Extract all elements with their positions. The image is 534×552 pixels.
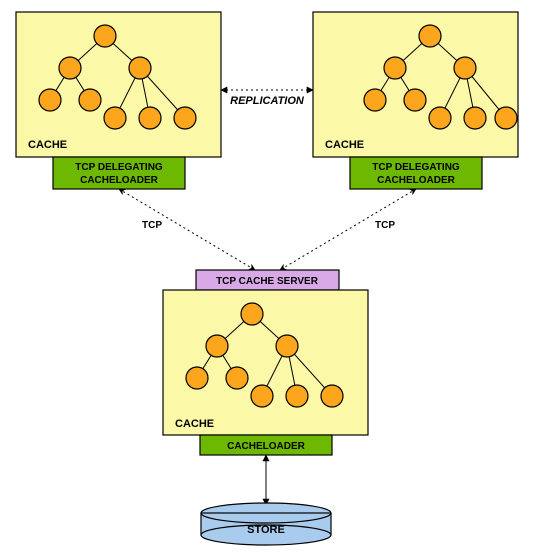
tcp-left-label: TCP (142, 220, 162, 231)
cache-architecture-diagram: CACHE TCP DELEGATING CACHELOADER CACHE (0, 0, 534, 552)
tree-node-icon (384, 57, 406, 79)
tree-node-icon (79, 89, 101, 111)
delegating-right-line2: CACHELOADER (377, 175, 456, 186)
tree-node-icon (251, 385, 273, 407)
tcp-cache-server-label: TCP CACHE SERVER (216, 276, 319, 287)
tcp-right-label: TCP (375, 220, 395, 231)
store-cylinder: STORE (201, 503, 331, 545)
cache-left-group: CACHE (16, 12, 221, 157)
tree-node-icon (186, 367, 208, 389)
tcp-link-left (119, 189, 255, 270)
tree-node-icon (39, 89, 61, 111)
tree-node-icon (94, 25, 116, 47)
tree-node-icon (464, 107, 486, 129)
cache-server-label: CACHE (175, 418, 214, 430)
replication-label: REPLICATION (230, 95, 305, 107)
tcp-link-right (280, 189, 416, 270)
tree-node-icon (419, 25, 441, 47)
tree-node-icon (286, 385, 308, 407)
tree-node-icon (364, 89, 386, 111)
cache-server-group: CACHE (163, 290, 368, 435)
cache-server-box (163, 290, 368, 435)
tree-node-icon (104, 107, 126, 129)
tree-node-icon (206, 335, 228, 357)
tree-node-icon (321, 385, 343, 407)
tree-node-icon (454, 57, 476, 79)
tree-node-icon (226, 367, 248, 389)
cache-left-box (16, 12, 221, 157)
cache-right-box (313, 12, 518, 157)
store-label: STORE (247, 524, 285, 536)
delegating-left-line1: TCP DELEGATING (75, 162, 163, 173)
tree-node-icon (495, 107, 517, 129)
tree-node-icon (59, 57, 81, 79)
tree-node-icon (174, 107, 196, 129)
tree-node-icon (404, 89, 426, 111)
tree-node-icon (139, 107, 161, 129)
delegating-left-line2: CACHELOADER (80, 175, 159, 186)
tree-node-icon (129, 57, 151, 79)
cacheloader-label: CACHELOADER (227, 441, 306, 452)
tree-node-icon (276, 335, 298, 357)
delegating-right-line1: TCP DELEGATING (372, 162, 460, 173)
tree-node-icon (429, 107, 451, 129)
cache-right-label: CACHE (325, 139, 364, 151)
cache-right-group: CACHE (313, 12, 518, 157)
tree-node-icon (241, 303, 263, 325)
cache-left-label: CACHE (28, 139, 67, 151)
